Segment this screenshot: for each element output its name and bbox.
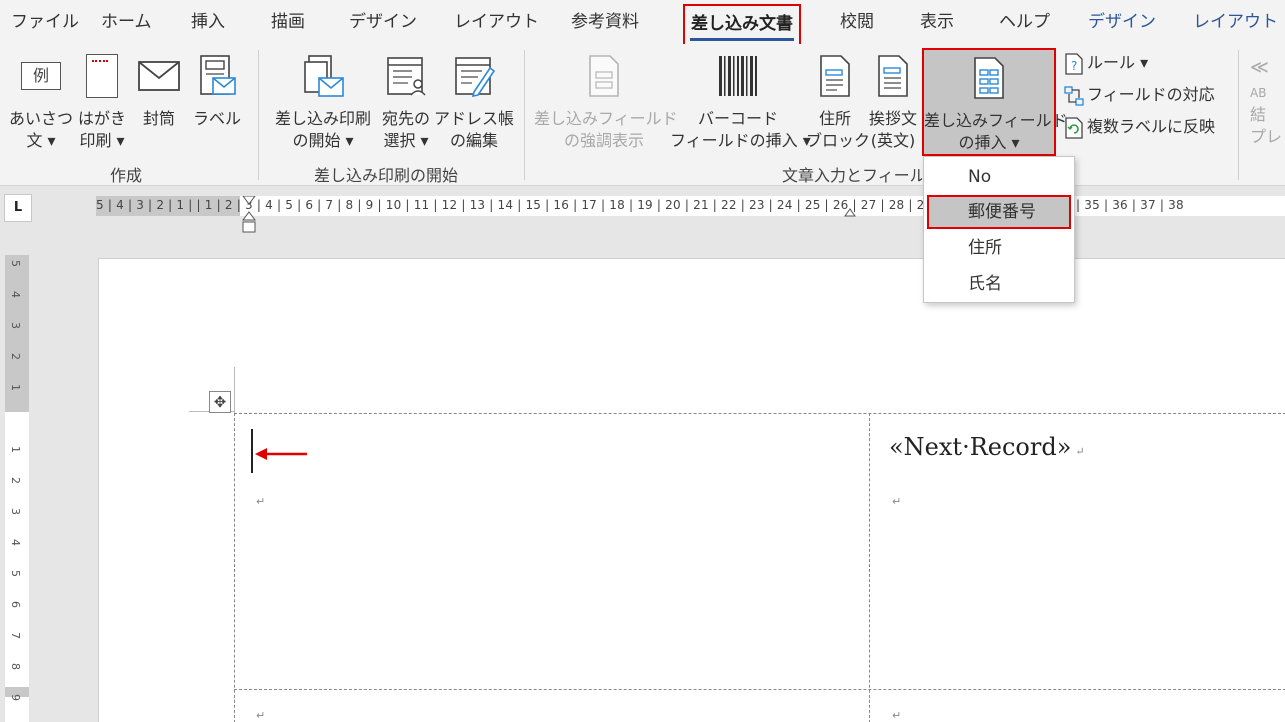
ribbon-tab-bar: ファイル ホーム 挿入 描画 デザイン レイアウト 参考資料 差し込み文書 校閲… xyxy=(0,0,1285,46)
update-labels-button[interactable]: 複数ラベルに反映 xyxy=(1064,114,1215,140)
dropdown-item-address[interactable]: 住所 xyxy=(927,231,1071,265)
barcode-icon xyxy=(716,54,760,100)
envelope-icon xyxy=(138,54,180,100)
tab-draw[interactable]: 描画 xyxy=(271,6,305,38)
match-fields-button[interactable]: フィールドの対応 xyxy=(1064,82,1215,108)
tab-layout[interactable]: レイアウト xyxy=(454,6,539,38)
envelope-button[interactable]: 封筒 xyxy=(134,52,184,130)
right-indent-marker-icon[interactable] xyxy=(844,208,856,217)
merge-field-dropdown: No 郵便番号 住所 氏名 xyxy=(923,156,1075,303)
next-record-field[interactable]: «Next·Record» ↵ xyxy=(889,433,1085,461)
edit-list-icon xyxy=(452,54,496,100)
table-left-border xyxy=(234,413,235,722)
start-merge-icon xyxy=(301,54,345,100)
greeting-line-button[interactable]: 挨拶文 (英文) xyxy=(864,52,922,152)
red-arrow-annotation-icon xyxy=(255,448,307,460)
table-column-divider xyxy=(869,413,870,722)
paragraph-mark: ↵ xyxy=(256,495,266,508)
tab-home[interactable]: ホーム xyxy=(101,6,152,38)
ribbon-separator xyxy=(258,50,259,180)
recipients-list-icon xyxy=(384,54,428,100)
tab-review[interactable]: 校閲 xyxy=(840,6,874,38)
preview-results-button[interactable]: ≪AB 結 プレビ xyxy=(1250,52,1285,148)
tab-design[interactable]: デザイン xyxy=(349,6,417,38)
edit-address-list-button[interactable]: アドレス帳 の編集 xyxy=(434,52,514,152)
svg-text:?: ? xyxy=(1071,59,1077,73)
paragraph-mark: ↵ xyxy=(256,709,266,722)
group-label-write-insert-fields: 文章入力とフィールド xyxy=(782,166,922,185)
ribbon-separator xyxy=(524,50,525,180)
vertical-ruler[interactable]: 5 4 3 2 1 1 2 3 4 5 6 7 8 9 xyxy=(5,255,29,722)
greeting-line-icon xyxy=(875,54,911,100)
address-block-button[interactable]: 住所 ブロック xyxy=(806,52,870,152)
highlight-merge-fields-button[interactable]: 差し込みフィールド の強調表示 xyxy=(534,52,678,152)
table-row-divider xyxy=(234,689,1285,690)
tab-table-layout[interactable]: レイアウト xyxy=(1193,6,1278,38)
tab-insert[interactable]: 挿入 xyxy=(191,6,225,38)
insert-field-icon xyxy=(971,56,1007,102)
address-block-icon xyxy=(817,54,853,100)
tab-mailings[interactable]: 差し込み文書 xyxy=(683,4,801,46)
group-label-create: 作成 xyxy=(110,166,143,185)
indent-marker-icon[interactable] xyxy=(242,196,256,234)
tab-view[interactable]: 表示 xyxy=(920,6,954,38)
rules-icon: ? xyxy=(1064,52,1084,75)
insert-merge-field-button[interactable]: 差し込みフィールド の挿入 ▾ xyxy=(922,48,1068,156)
match-fields-icon xyxy=(1064,85,1084,107)
tab-references[interactable]: 参考資料 xyxy=(571,6,639,38)
abc-preview-icon: ≪ AB xyxy=(1250,57,1269,100)
table-top-border xyxy=(234,413,1285,414)
horizontal-ruler[interactable]: 5 | 4 | 3 | 2 | 1 | | 1 | 2 | 3 | 4 | 5 … xyxy=(96,196,1285,233)
tab-help[interactable]: ヘルプ xyxy=(999,6,1050,38)
labels-button[interactable]: ラベル xyxy=(190,52,244,130)
dropdown-item-no[interactable]: No xyxy=(927,160,1071,194)
postcard-icon xyxy=(84,54,120,100)
dropdown-item-name[interactable]: 氏名 xyxy=(927,267,1071,301)
highlight-fields-icon xyxy=(586,54,622,100)
select-recipients-button[interactable]: 宛先の 選択 ▾ xyxy=(376,52,436,152)
update-labels-icon xyxy=(1064,116,1084,139)
example-doc-icon: 例 xyxy=(21,62,61,92)
labels-icon xyxy=(197,54,237,100)
document-page[interactable]: ✥ ↵ «Next·Record» ↵ ↵ ↵ ↵ xyxy=(98,258,1285,722)
table-margin-line xyxy=(234,367,235,413)
table-move-handle[interactable]: ✥ xyxy=(209,391,231,413)
ruler-area: L 5 | 4 | 3 | 2 | 1 | | 1 | 2 | 3 | 4 | … xyxy=(0,186,1285,233)
paragraph-mark: ↵ xyxy=(892,709,902,722)
barcode-field-button[interactable]: バーコード フィールドの挿入 ▾ xyxy=(670,52,811,152)
group-label-start-merge: 差し込み印刷の開始 xyxy=(314,166,459,185)
dropdown-item-postal-code[interactable]: 郵便番号 xyxy=(927,195,1071,229)
start-mail-merge-button[interactable]: 差し込み印刷 の開始 ▾ xyxy=(270,52,376,152)
tab-file[interactable]: ファイル xyxy=(11,6,79,38)
tab-table-design[interactable]: デザイン xyxy=(1088,6,1156,38)
rules-button[interactable]: ? ルール ▾ xyxy=(1064,50,1148,76)
greeting-letter-button[interactable]: 例 あいさつ 文 ▾ xyxy=(8,52,74,152)
ribbon-separator xyxy=(1238,50,1239,180)
tab-selector[interactable]: L xyxy=(4,194,32,222)
postcard-print-button[interactable]: はがき 印刷 ▾ xyxy=(74,52,130,152)
paragraph-mark: ↵ xyxy=(892,495,902,508)
ribbon: 例 あいさつ 文 ▾ はがき 印刷 ▾ 封筒 ラベル 作成 差し込み印刷 の開始… xyxy=(0,44,1285,186)
